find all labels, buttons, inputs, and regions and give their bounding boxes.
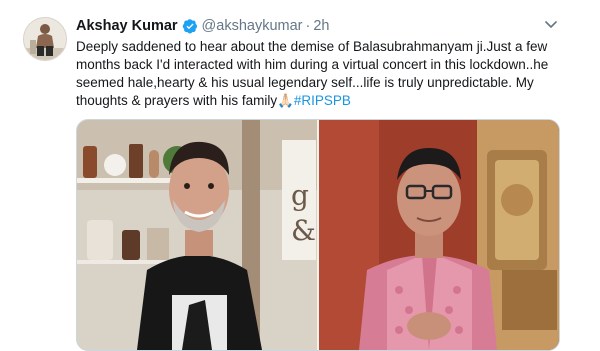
- verified-badge-icon: [182, 18, 198, 34]
- separator-dot: ·: [305, 18, 311, 34]
- svg-text:g: g: [291, 179, 309, 212]
- folded-hands-emoji: 🙏🏻: [277, 93, 294, 108]
- media-image: g &: [77, 120, 559, 350]
- display-name[interactable]: Akshay Kumar: [76, 16, 178, 36]
- handle[interactable]: @akshaykumar: [202, 16, 303, 36]
- chevron-down-icon[interactable]: [543, 17, 559, 33]
- hashtag-link[interactable]: #RIPSPB: [294, 93, 351, 108]
- tweet-text: Deeply saddened to hear about the demise…: [76, 38, 566, 110]
- avatar[interactable]: [23, 17, 67, 61]
- avatar-image: [24, 18, 66, 60]
- tweet-header: Akshay Kumar @akshaykumar · 2h: [76, 16, 329, 36]
- tweet-media[interactable]: g &: [76, 119, 560, 351]
- tweet-card[interactable]: Akshay Kumar @akshaykumar · 2h Deeply sa…: [0, 0, 600, 351]
- timestamp[interactable]: 2h: [313, 16, 329, 36]
- svg-text:&: &: [291, 214, 316, 247]
